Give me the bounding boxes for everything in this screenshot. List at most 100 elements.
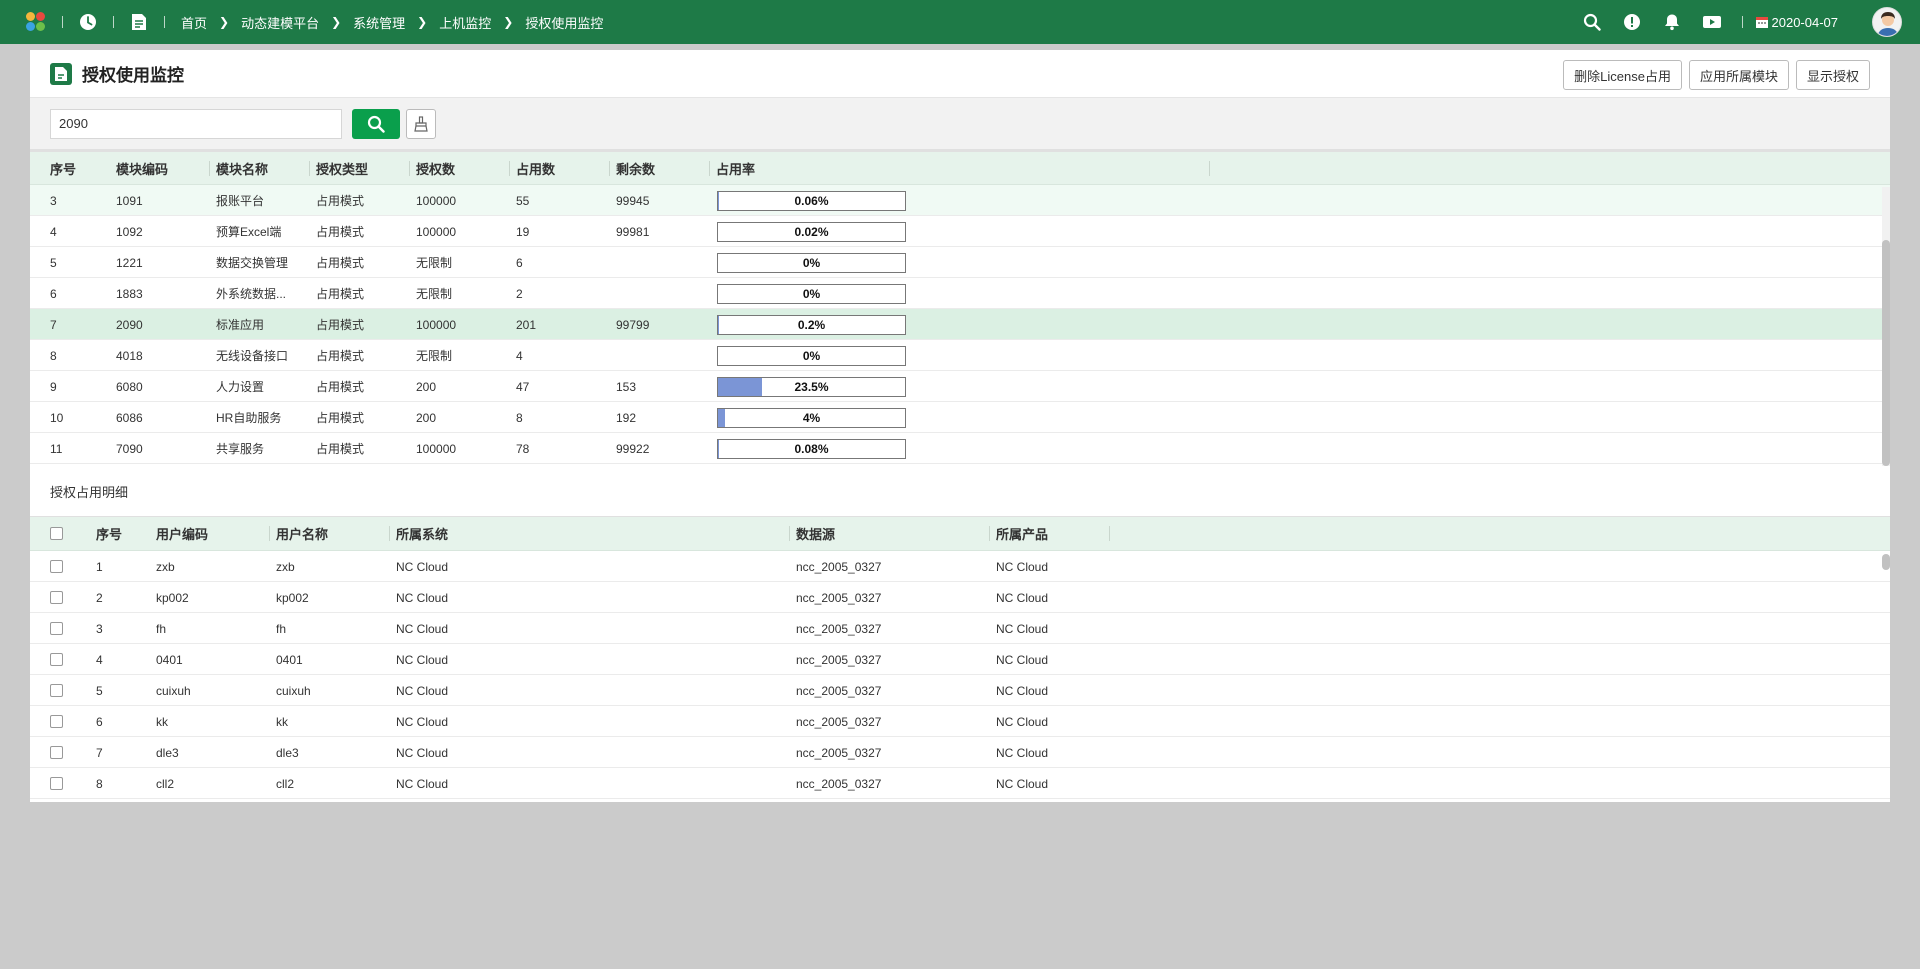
cell-no: 3 [96, 621, 103, 636]
table-row[interactable]: 4 1092 预算Excel端 占用模式 100000 19 99981 0.02% [30, 216, 1890, 247]
column-header-name[interactable]: 模块名称 [210, 151, 310, 186]
show-license-button[interactable]: 显示授权 [1795, 60, 1870, 90]
list-item[interactable]: 5 cuixuh cuixuh NC Cloud ncc_2005_0327 NC Clo… [30, 675, 1890, 706]
bell-icon[interactable] [1662, 12, 1682, 32]
table-row[interactable]: 3 1091 报账平台 占用模式 100000 55 99945 0.06% [30, 185, 1890, 216]
cell-name: 标准应用 [216, 318, 265, 332]
usage-rate-text: 4% [802, 411, 821, 425]
cell-product: NC Cloud [996, 652, 1049, 667]
column-header-used[interactable]: 占用数 [510, 151, 610, 186]
row-checkbox[interactable] [44, 768, 84, 799]
detail-table: 序号 用户编码 用户名称 所属系统 数据源 所属产品 1 zxb zxb NC Clo… [30, 516, 1890, 802]
column-header-licensed[interactable]: 授权数 [410, 151, 510, 186]
cell-datasource: ncc_2005_0327 [796, 745, 882, 760]
cell-type: 占用模式 [316, 318, 365, 332]
row-checkbox[interactable] [44, 613, 84, 644]
column-header-code[interactable]: 模块编码 [110, 151, 210, 186]
column-header-rate[interactable]: 占用率 [710, 151, 1210, 186]
list-item[interactable]: 1 zxb zxb NC Cloud ncc_2005_0327 NC Cloud [30, 551, 1890, 582]
list-item[interactable]: 6 kk kk NC Cloud ncc_2005_0327 NC Cloud [30, 706, 1890, 737]
list-item[interactable]: 4 0401 0401 NC Cloud ncc_2005_0327 NC Cloud [30, 644, 1890, 675]
license-scrollbar-thumb[interactable] [1882, 240, 1890, 466]
row-checkbox[interactable] [44, 582, 84, 613]
cell-licensed: 100000 [416, 441, 457, 456]
app-module-button[interactable]: 应用所属模块 [1688, 60, 1789, 90]
cell-product: NC Cloud [996, 683, 1049, 698]
table-row[interactable]: 5 1221 数据交换管理 占用模式 无限制 6 0% [30, 247, 1890, 278]
search-input[interactable]: 2090 [50, 108, 342, 139]
cell-code: fh [156, 621, 167, 636]
breadcrumb-item-platform[interactable]: 动态建模平台 [241, 13, 319, 32]
detail-column-header-no[interactable]: 序号 [90, 516, 150, 551]
table-row[interactable]: 7 2090 标准应用 占用模式 100000 201 99799 0.2% [30, 309, 1890, 340]
cell-remaining [610, 247, 706, 278]
cell-no: 7 [96, 745, 103, 760]
clear-button[interactable] [406, 108, 436, 139]
cell-code: 0401 [156, 652, 183, 667]
column-header-no[interactable]: 序号 [44, 151, 110, 186]
cell-code: 1092 [116, 224, 143, 239]
list-item[interactable]: 8 cll2 cll2 NC Cloud ncc_2005_0327 NC Cloud [30, 768, 1890, 799]
row-checkbox[interactable] [44, 737, 84, 768]
cell-used: 6 [516, 255, 523, 270]
cell-datasource: ncc_2005_0327 [796, 652, 882, 667]
detail-column-header-name[interactable]: 用户名称 [270, 516, 390, 551]
avatar[interactable] [1872, 7, 1902, 37]
video-icon[interactable] [1702, 12, 1722, 32]
cell-datasource: ncc_2005_0327 [796, 559, 882, 574]
detail-column-header-product[interactable]: 所属产品 [990, 516, 1110, 551]
cell-remaining: 99799 [616, 317, 650, 332]
cell-product: NC Cloud [996, 590, 1049, 605]
detail-scrollbar-thumb[interactable] [1882, 554, 1890, 570]
alert-icon[interactable] [1622, 12, 1642, 32]
column-header-remaining[interactable]: 剩余数 [610, 151, 710, 186]
usage-rate-text: 0% [802, 256, 821, 270]
row-checkbox[interactable] [44, 706, 84, 737]
detail-column-header-code[interactable]: 用户编码 [150, 516, 270, 551]
usage-progress-bar: 0% [717, 284, 906, 304]
divider [62, 16, 63, 28]
table-row[interactable]: 6 1883 外系统数据... 占用模式 无限制 2 0% [30, 278, 1890, 309]
table-row[interactable]: 8 4018 无线设备接口 占用模式 无限制 4 0% [30, 340, 1890, 371]
search-button[interactable] [352, 108, 400, 139]
report-icon [50, 62, 72, 85]
list-item[interactable]: 2 kp002 kp002 NC Cloud ncc_2005_0327 NC Cloud [30, 582, 1890, 613]
cell-code: 6080 [116, 379, 143, 394]
list-item[interactable]: 3 fh fh NC Cloud ncc_2005_0327 NC Cloud [30, 613, 1890, 644]
date-text: 2020-04-07 [1771, 14, 1839, 30]
table-row[interactable]: 10 6086 HR自助服务 占用模式 200 8 192 4% [30, 402, 1890, 433]
license-table-header: 序号 模块编码 模块名称 授权类型 授权数 占用数 剩余数 占用率 [30, 150, 1890, 185]
license-table: 序号 模块编码 模块名称 授权类型 授权数 占用数 剩余数 占用率 3 1091 报… [30, 150, 1890, 466]
table-row[interactable]: 11 7090 共享服务 占用模式 100000 78 99922 0.08% [30, 433, 1890, 464]
breadcrumb-item-home[interactable]: 首页 [181, 13, 207, 32]
delete-license-button[interactable]: 删除License占用 [1563, 60, 1682, 90]
select-all-checkbox[interactable] [44, 516, 90, 551]
divider [1741, 16, 1743, 28]
usage-rate-text: 0% [802, 287, 821, 301]
clock-icon[interactable] [79, 13, 97, 31]
row-checkbox[interactable] [44, 551, 84, 582]
list-item[interactable]: 7 dle3 dle3 NC Cloud ncc_2005_0327 NC Cloud [30, 737, 1890, 768]
app-logo-icon[interactable] [26, 12, 46, 32]
column-header-type[interactable]: 授权类型 [310, 151, 410, 186]
detail-column-header-system[interactable]: 所属系统 [390, 516, 790, 551]
search-icon[interactable] [1582, 12, 1602, 32]
broom-icon [414, 115, 428, 132]
chevron-right-icon: ❯ [219, 15, 230, 29]
breadcrumb-item-system[interactable]: 系统管理 [353, 13, 405, 32]
cell-name: cuixuh [276, 683, 311, 698]
cell-system: NC Cloud [396, 776, 449, 791]
row-checkbox[interactable] [44, 675, 84, 706]
table-row[interactable]: 9 6080 人力设置 占用模式 200 47 153 23.5% [30, 371, 1890, 402]
row-checkbox[interactable] [44, 644, 84, 675]
cell-name: cll2 [276, 776, 295, 791]
breadcrumb-item-monitor[interactable]: 上机监控 [439, 13, 491, 32]
usage-rate-text: 0.08% [794, 442, 829, 456]
document-icon[interactable] [130, 13, 148, 31]
usage-rate-text: 23.5% [794, 380, 829, 394]
detail-table-body: 1 zxb zxb NC Cloud ncc_2005_0327 NC Cloud 2 kp0… [30, 551, 1890, 799]
cell-code: 6086 [116, 410, 143, 425]
chevron-right-icon: ❯ [331, 15, 342, 29]
divider [113, 16, 114, 28]
detail-column-header-datasource[interactable]: 数据源 [790, 516, 990, 551]
